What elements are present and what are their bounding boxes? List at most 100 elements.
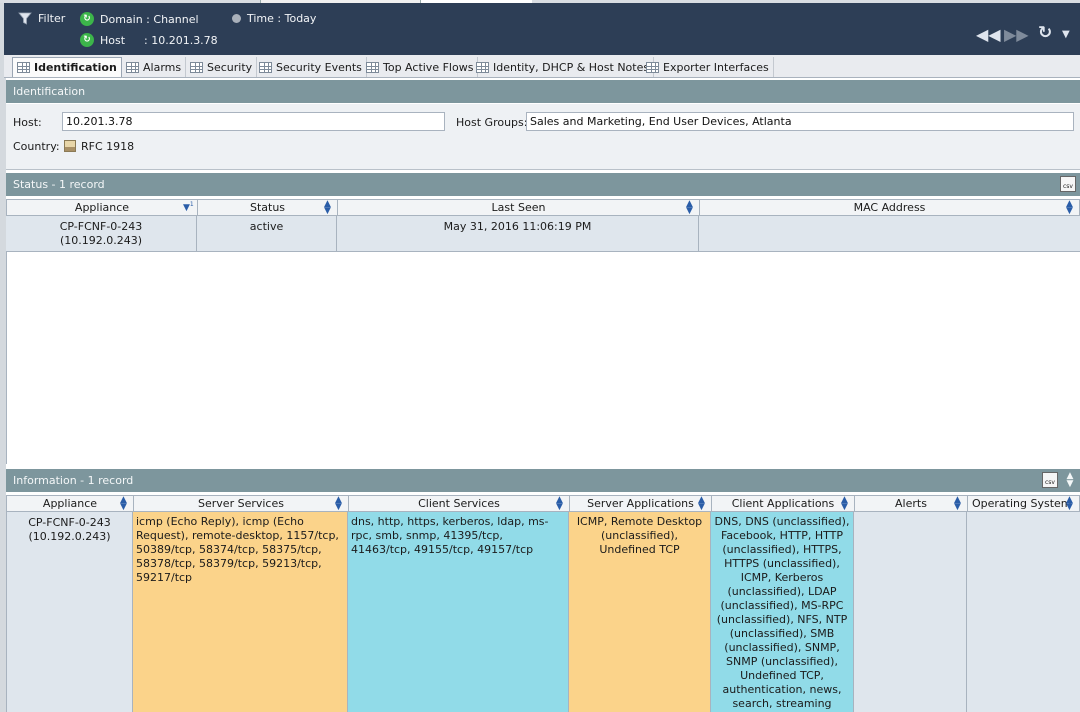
client-services-text: dns, http, https, kerberos, ldap, ms-rpc… — [351, 515, 549, 556]
col-status[interactable]: Status ▲ ▼ — [197, 199, 338, 216]
chevron-down-icon[interactable]: ▼ — [1062, 29, 1070, 40]
col-label: Server Services — [198, 497, 284, 510]
server-services-cell: icmp (Echo Reply), icmp (Echo Request), … — [133, 512, 348, 712]
filter-label: Filter — [38, 12, 66, 25]
domain-label: Domain : Channel — [100, 12, 199, 26]
identification-panel: Host: 10.201.3.78 Host Groups: Sales and… — [6, 104, 1080, 170]
table-icon — [646, 61, 659, 73]
host-field-label: Host: — [13, 116, 42, 129]
col-operating-system[interactable]: Operating System ▲ ▼ — [967, 495, 1080, 512]
refresh-green-icon: ↻ — [80, 12, 94, 26]
forward-icon[interactable]: ▶▶ — [1004, 25, 1029, 44]
col-label: Client Services — [418, 497, 500, 510]
appliance-name: CP-FCNF-0-243 — [59, 220, 143, 233]
operating-system-cell — [967, 512, 1080, 712]
identification-section-header: Identification — [6, 80, 1080, 103]
country-value: RFC 1918 — [81, 140, 135, 153]
sort-icon: ▲ ▼ — [556, 495, 563, 512]
tab-top-active-flows[interactable]: Top Active Flows — [362, 57, 479, 77]
col-label: Last Seen — [491, 201, 546, 214]
tab-alarms[interactable]: Alarms — [122, 57, 187, 77]
information-toolbar: csv ▲ ▼ — [1042, 472, 1076, 489]
server-applications-cell: ICMP, Remote Desktop (unclassified), Und… — [569, 512, 711, 712]
appliance-name: CP-FCNF-0-243 — [28, 516, 111, 529]
sort-icon: ▲ ▼ — [841, 495, 848, 512]
status-cell: active — [197, 216, 337, 251]
domain-selector[interactable]: ↻ Domain : Channel — [80, 12, 199, 26]
tab-label: Identification — [34, 61, 117, 74]
tab-security-events[interactable]: Security Events — [255, 57, 367, 77]
table-row[interactable]: CP-FCNF-0-243 (10.192.0.243) active May … — [6, 216, 1080, 252]
appliance-cell: CP-FCNF-0-243 (10.192.0.243) — [6, 512, 133, 712]
table-icon — [190, 61, 203, 73]
csv-export-icon[interactable]: csv — [1060, 176, 1076, 192]
table-icon — [17, 62, 30, 73]
filter-icon — [18, 12, 32, 25]
col-client-applications[interactable]: Client Applications ▲ ▼ — [711, 495, 855, 512]
sort-icon: ▲ ▼ — [1066, 199, 1073, 216]
tab-identity-dhcp-host-notes[interactable]: Identity, DHCP & Host Notes — [472, 57, 655, 77]
host-groups-label: Host Groups: — [456, 116, 528, 129]
col-last-seen[interactable]: Last Seen ▲ ▼ — [337, 199, 700, 216]
host-selector[interactable]: ↻ Host : 10.201.3.78 — [80, 33, 218, 47]
sort-icon: ▲ ▼ — [335, 495, 342, 512]
col-label: MAC Address — [853, 201, 926, 214]
table-row[interactable]: CP-FCNF-0-243 (10.192.0.243) icmp (Echo … — [6, 512, 1080, 712]
tab-exporter-interfaces[interactable]: Exporter Interfaces — [642, 57, 774, 77]
sort-icon: ▲ ▼ — [120, 495, 127, 512]
host-field[interactable]: 10.201.3.78 — [62, 112, 445, 131]
appliance-ip: (10.192.0.243) — [28, 530, 111, 543]
server-applications-text: ICMP, Remote Desktop (unclassified), Und… — [576, 515, 703, 556]
mac-address-cell — [699, 216, 1080, 251]
tab-label: Security — [207, 60, 253, 74]
filter-control[interactable]: Filter — [18, 12, 65, 25]
status-toolbar: csv — [1060, 176, 1076, 192]
col-label: Client Applications — [731, 497, 835, 510]
host-label: Host — [100, 33, 126, 47]
col-label: Appliance — [42, 497, 98, 510]
refresh-icon[interactable]: ↻ — [1038, 23, 1052, 43]
table-icon — [126, 61, 139, 73]
sort-icon: ▲ ▼ — [698, 495, 705, 512]
context-header: Filter ↻ Domain : Channel ↻ Host : 10.20… — [4, 3, 1080, 55]
host-value: : 10.201.3.78 — [144, 33, 218, 47]
appliance-cell: CP-FCNF-0-243 (10.192.0.243) — [6, 216, 197, 251]
tab-label: Alarms — [143, 60, 182, 74]
back-icon[interactable]: ◀◀ — [976, 25, 1001, 44]
col-mac-address[interactable]: MAC Address ▲ ▼ — [699, 199, 1080, 216]
host-groups-field[interactable]: Sales and Marketing, End User Devices, A… — [526, 112, 1074, 131]
time-selector[interactable]: Time : Today — [232, 12, 316, 25]
sort-desc-icon: ▼1 — [183, 201, 194, 213]
section-title: Status - 1 record — [13, 178, 105, 191]
refresh-green-icon: ↻ — [80, 33, 94, 47]
country-label: Country: — [13, 140, 60, 153]
collapse-arrows-icon[interactable]: ▲ ▼ — [1064, 472, 1076, 489]
col-appliance[interactable]: Appliance ▲ ▼ — [6, 495, 134, 512]
col-server-applications[interactable]: Server Applications ▲ ▼ — [569, 495, 712, 512]
tab-security[interactable]: Security — [186, 57, 258, 77]
col-server-services[interactable]: Server Services ▲ ▼ — [133, 495, 349, 512]
tab-label: Identity, DHCP & Host Notes — [493, 60, 650, 74]
section-title: Information - 1 record — [13, 474, 134, 487]
col-appliance[interactable]: Appliance ▼1 — [6, 199, 198, 216]
flag-icon — [64, 140, 76, 152]
col-label: Operating System — [972, 497, 1072, 510]
server-services-text: icmp (Echo Reply), icmp (Echo Request), … — [136, 515, 339, 584]
csv-export-icon[interactable]: csv — [1042, 472, 1058, 488]
client-applications-cell: DNS, DNS (unclassified), Facebook, HTTP,… — [711, 512, 854, 712]
alerts-cell — [854, 512, 967, 712]
last-seen-cell: May 31, 2016 11:06:19 PM — [337, 216, 699, 251]
sort-icon: ▲ ▼ — [954, 495, 961, 512]
time-dot-icon — [232, 14, 241, 23]
sort-icon: ▲ ▼ — [686, 199, 693, 216]
col-alerts[interactable]: Alerts ▲ ▼ — [854, 495, 968, 512]
section-title: Identification — [13, 85, 86, 98]
tab-identification[interactable]: Identification — [12, 57, 122, 77]
sort-icon: ▲ ▼ — [1066, 495, 1073, 512]
col-label: Server Applications — [587, 497, 694, 510]
col-label: Status — [249, 201, 286, 214]
information-section-header: Information - 1 record csv ▲ ▼ — [6, 469, 1080, 492]
col-client-services[interactable]: Client Services ▲ ▼ — [348, 495, 570, 512]
col-label: Alerts — [895, 497, 927, 510]
time-label: Time : Today — [247, 12, 317, 25]
